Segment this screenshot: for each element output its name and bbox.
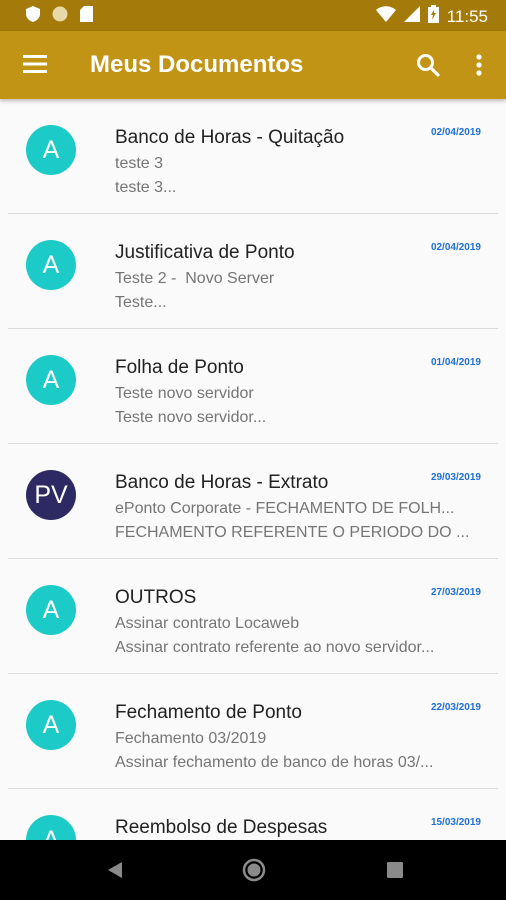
document-title: Reembolso de Despesas [115, 817, 328, 838]
document-list: A Banco de Horas - Quitação teste 3 test… [0, 99, 506, 840]
document-date: 29/03/2019 [430, 472, 481, 483]
document-description: FECHAMENTO REFERENTE O PERIODO DO ... [115, 524, 470, 541]
document-subtitle: ePonto Corporate - FECHAMENTO DE FOLH... [115, 500, 455, 517]
document-description: Teste novo servidor... [115, 409, 267, 426]
document-description: Assinar fechamento de banco de horas 03/… [115, 754, 434, 771]
list-item[interactable]: A OUTROS Assinar contrato Locaweb Assina… [0, 559, 506, 674]
avatar: A [26, 355, 76, 405]
recents-icon[interactable] [380, 840, 410, 900]
battery-icon [427, 5, 439, 28]
document-date: 15/03/2019 [430, 817, 481, 828]
document-date: 02/04/2019 [430, 242, 481, 253]
menu-icon[interactable] [22, 51, 48, 77]
list-item[interactable]: A Fechamento de Ponto Fechamento 03/2019… [0, 674, 506, 789]
navigation-bar [0, 840, 506, 900]
document-description: teste 3... [115, 179, 177, 196]
back-icon[interactable] [100, 840, 130, 900]
document-title: OUTROS [115, 587, 197, 608]
document-description: Teste... [115, 294, 167, 311]
document-subtitle: Assinar contrato Locaweb [115, 615, 300, 632]
document-date: 27/03/2019 [430, 587, 481, 598]
document-subtitle: Teste 2 - Novo Server [115, 270, 275, 287]
clock: 11:55 [446, 6, 488, 26]
search-icon[interactable] [415, 52, 441, 78]
list-item[interactable]: A Folha de Ponto Teste novo servidor Tes… [0, 329, 506, 444]
more-vert-icon[interactable] [468, 52, 490, 78]
list-item[interactable]: A Reembolso de Despesas 15/03/2019 [0, 789, 506, 840]
avatar: A [26, 700, 76, 750]
list-item[interactable]: A Justificativa de Ponto Teste 2 - Novo … [0, 214, 506, 329]
list-item[interactable]: A Banco de Horas - Quitação teste 3 test… [0, 99, 506, 214]
document-title: Folha de Ponto [115, 357, 244, 378]
circle-icon [52, 6, 68, 27]
document-title: Justificativa de Ponto [115, 242, 295, 263]
page-title: Meus Documentos [90, 51, 304, 78]
document-description: Assinar contrato referente ao novo servi… [115, 639, 435, 656]
document-subtitle: Teste novo servidor [115, 385, 254, 402]
document-subtitle: teste 3 [115, 155, 164, 172]
document-date: 22/03/2019 [430, 702, 481, 713]
avatar: A [26, 240, 76, 290]
document-title: Banco de Horas - Quitação [115, 127, 345, 148]
avatar: A [26, 585, 76, 635]
avatar: A [26, 125, 76, 175]
sd-card-icon [80, 6, 93, 27]
app-bar: Meus Documentos [0, 31, 506, 99]
home-icon[interactable] [239, 840, 269, 900]
document-title: Fechamento de Ponto [115, 702, 302, 723]
avatar: A [26, 815, 76, 840]
shield-icon [26, 6, 40, 27]
document-title: Banco de Horas - Extrato [115, 472, 329, 493]
document-subtitle: Fechamento 03/2019 [115, 730, 267, 747]
document-date: 02/04/2019 [430, 127, 481, 138]
status-bar: 11:55 [0, 0, 506, 31]
wifi-icon [375, 6, 396, 27]
avatar: PV [26, 470, 76, 520]
signal-icon [403, 6, 420, 27]
list-item[interactable]: PV Banco de Horas - Extrato ePonto Corpo… [0, 444, 506, 559]
document-date: 01/04/2019 [430, 357, 481, 368]
